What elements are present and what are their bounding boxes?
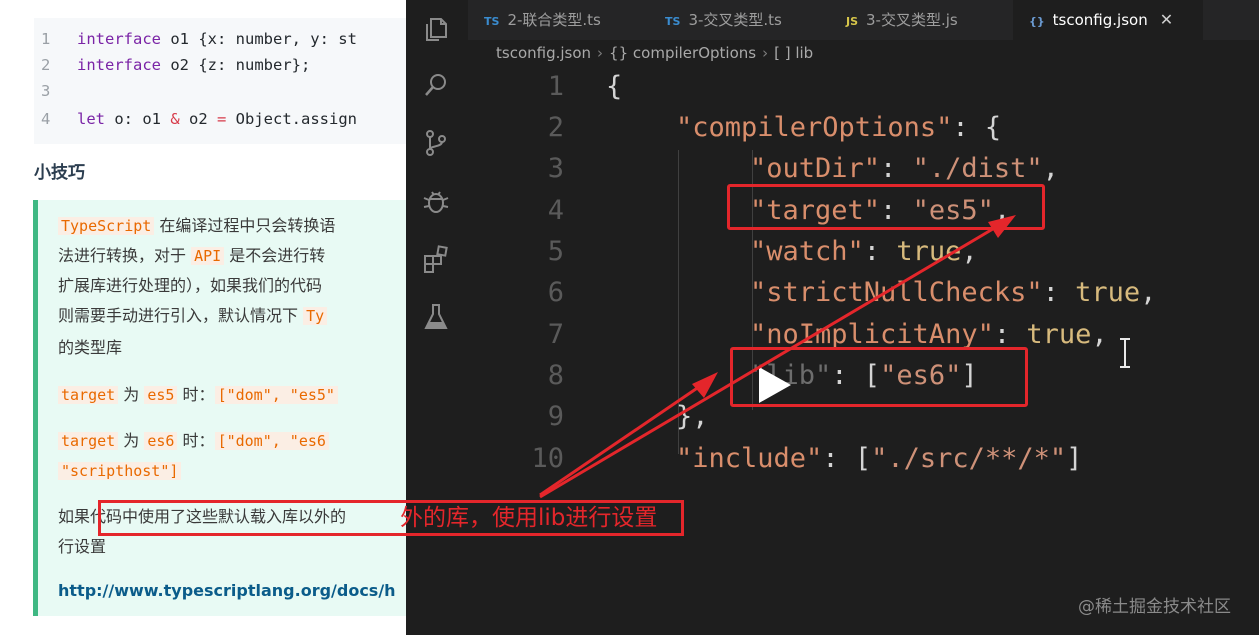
debug-icon[interactable] xyxy=(421,186,451,216)
breadcrumb: tsconfig.json › {} compilerOptions › [ ] lib xyxy=(468,40,1259,66)
text-cursor-icon xyxy=(1120,338,1130,368)
typescript-file-icon: TS xyxy=(484,15,500,28)
tab-intersection-js[interactable]: JS 3-交叉类型.js xyxy=(830,0,1006,40)
annotation-caption: 外的库，使用lib进行设置 xyxy=(400,505,658,531)
vscode-window: TS 2-联合类型.ts TS 3-交叉类型.ts JS 3-交叉类型.js {} ts… xyxy=(406,0,1259,635)
chevron-right-icon: › xyxy=(762,44,769,62)
documentation-page: 1 interface o1 {x: number, y: st 2 inter… xyxy=(0,0,406,635)
chevron-right-icon: › xyxy=(597,44,604,62)
tip-line: target 为 es6 时： ["dom", "es6 xyxy=(58,426,329,456)
tab-tsconfig-json[interactable]: {} tsconfig.json ✕ xyxy=(1013,0,1203,40)
tip-line: "scripthost"] xyxy=(58,456,182,486)
tip-line: 法进行转换，对于 API 是不会进行转 xyxy=(58,246,326,265)
close-icon[interactable]: ✕ xyxy=(1160,10,1173,29)
tab-intersection-ts[interactable]: TS 3-交叉类型.ts xyxy=(649,0,825,40)
watermark: @稀土掘金技术社区 xyxy=(1078,597,1231,617)
breadcrumb-lib[interactable]: [ ] lib xyxy=(774,44,813,62)
tab-union-ts[interactable]: TS 2-联合类型.ts xyxy=(468,0,644,40)
section-heading: 小技巧 xyxy=(34,163,85,183)
json-file-icon: {} xyxy=(1029,15,1045,28)
tip-line: 的类型库 xyxy=(58,338,123,357)
tip-line: 行设置 xyxy=(58,537,107,556)
source-control-icon[interactable] xyxy=(421,128,451,158)
tip-box: TypeScript 在编译过程中只会转换语 法进行转换，对于 API 是不会进… xyxy=(33,200,406,616)
tip-line: 扩展库进行处理的），如果我们的代码 xyxy=(58,276,323,295)
play-icon[interactable] xyxy=(751,363,795,407)
extensions-icon[interactable] xyxy=(421,244,451,274)
activity-bar xyxy=(406,0,468,635)
search-icon[interactable] xyxy=(421,70,451,100)
target-highlight-box xyxy=(727,184,1045,230)
breadcrumb-file[interactable]: tsconfig.json xyxy=(496,44,591,62)
tip-line: TypeScript 在编译过程中只会转换语 xyxy=(58,211,335,241)
tip-line: 则需要手动进行引入，默认情况下 Ty xyxy=(58,301,328,331)
tip-line: target 为 es5 时： ["dom", "es5" xyxy=(58,380,338,410)
flask-icon[interactable] xyxy=(421,302,451,332)
javascript-file-icon: JS xyxy=(846,15,859,28)
docs-link[interactable]: http://www.typescriptlang.org/docs/h xyxy=(58,581,396,600)
explorer-icon[interactable] xyxy=(421,14,451,44)
code-block: 1 interface o1 {x: number, y: st 2 inter… xyxy=(34,18,406,144)
typescript-file-icon: TS xyxy=(665,15,681,28)
breadcrumb-compiler-options[interactable]: {} compilerOptions xyxy=(609,44,756,62)
tab-bar: TS 2-联合类型.ts TS 3-交叉类型.ts JS 3-交叉类型.js {} ts… xyxy=(468,0,1259,40)
